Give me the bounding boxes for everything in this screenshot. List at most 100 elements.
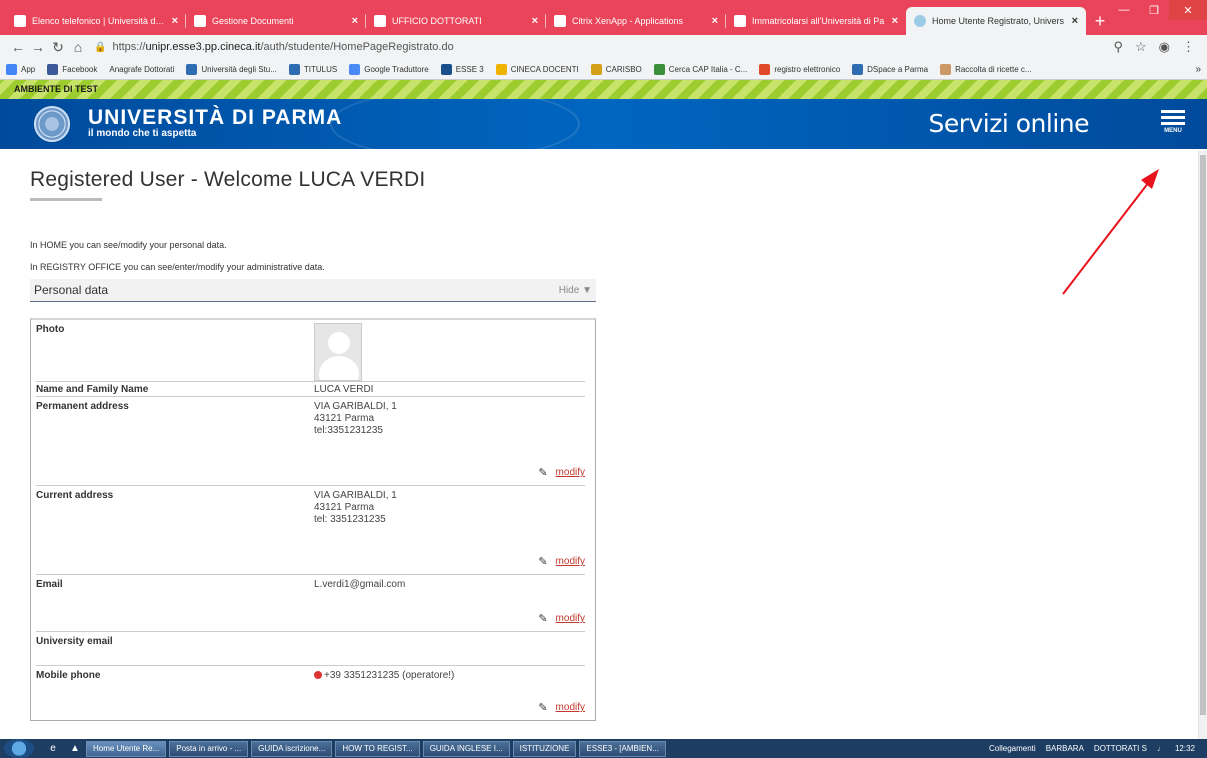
browser-tab[interactable]: Citrix XenApp - Applications × bbox=[546, 7, 726, 35]
site-favicon-icon bbox=[194, 15, 206, 27]
links-toolbar[interactable]: Collegamenti bbox=[989, 744, 1036, 753]
taskbar-item[interactable]: GUIDA INGLESE I... bbox=[422, 740, 510, 757]
edit-icon[interactable]: ✎ bbox=[538, 702, 547, 714]
bookmark-item[interactable]: Raccolta di ricette c... bbox=[940, 63, 1032, 75]
browser-tab[interactable]: Elenco telefonico | Università degl × bbox=[6, 7, 186, 35]
lock-icon[interactable]: 🔒 bbox=[94, 42, 106, 53]
more-vertical-icon[interactable]: ⋮ bbox=[1182, 39, 1195, 55]
page-scrollbar[interactable] bbox=[1198, 151, 1207, 739]
address-bar: ← → ↻ ⌂ 🔒 https://unipr.esse3.pp.cineca.… bbox=[0, 35, 1207, 59]
start-button-icon[interactable] bbox=[4, 739, 34, 758]
table-row: University email bbox=[36, 632, 585, 666]
account-icon[interactable]: ◉ bbox=[1159, 39, 1170, 55]
restore-icon[interactable]: ❐ bbox=[1139, 0, 1169, 20]
facebook-icon bbox=[47, 63, 59, 75]
browser-tab[interactable]: Gestione Documenti × bbox=[186, 7, 366, 35]
triangle-down-icon: ▼ bbox=[582, 284, 592, 296]
bookmark-item[interactable]: ESSE 3 bbox=[440, 63, 484, 75]
url-path: /auth/studente/HomePageRegistrato.do bbox=[260, 41, 454, 53]
scrollbar-thumb[interactable] bbox=[1200, 155, 1206, 715]
modify-mobile-link[interactable]: modify bbox=[556, 702, 585, 714]
bookmark-item[interactable]: CINECA DOCENTI bbox=[495, 63, 579, 75]
close-tab-icon[interactable]: × bbox=[712, 15, 718, 27]
browser-tab[interactable]: UFFICIO DOTTORATI × bbox=[366, 7, 546, 35]
star-bookmark-icon[interactable]: ☆ bbox=[1135, 39, 1147, 55]
servizi-online-title: Servizi online bbox=[928, 109, 1089, 138]
university-tagline: il mondo che ti aspetta bbox=[88, 128, 197, 139]
taskbar-item[interactable]: HOW TO REGIST... bbox=[335, 740, 420, 757]
browser-tab[interactable]: Immatricolarsi all'Università di Pa × bbox=[726, 7, 906, 35]
back-icon[interactable]: ← bbox=[8, 39, 28, 55]
modify-email-link[interactable]: modify bbox=[556, 613, 585, 625]
menu-button[interactable]: MENU bbox=[1161, 110, 1185, 134]
name-label: Name and Family Name bbox=[36, 384, 149, 395]
bookmark-item[interactable]: DSpace a Parma bbox=[852, 63, 928, 75]
menu-label: MENU bbox=[1164, 128, 1182, 134]
translate-icon bbox=[349, 63, 361, 75]
phone-warning-icon bbox=[314, 671, 322, 679]
site-favicon-icon bbox=[734, 15, 746, 27]
close-tab-icon[interactable]: × bbox=[892, 15, 898, 27]
table-row: Name and Family Name LUCA VERDI bbox=[36, 382, 585, 397]
university-logo[interactable]: UNIVERSITÀ DI PARMA il mondo che ti aspe… bbox=[88, 107, 342, 140]
modify-current-address-link[interactable]: modify bbox=[556, 556, 585, 568]
key-icon[interactable]: ⚲ bbox=[1113, 39, 1123, 55]
edit-icon[interactable]: ✎ bbox=[538, 613, 547, 625]
bookmark-item[interactable]: Facebook bbox=[47, 63, 97, 75]
forward-icon[interactable]: → bbox=[28, 39, 48, 55]
browser-tab-strip: Elenco telefonico | Università degl × Ges… bbox=[0, 0, 1207, 35]
cap-icon bbox=[653, 63, 665, 75]
permanent-address-label: Permanent address bbox=[36, 401, 129, 412]
current-address-label: Current address bbox=[36, 490, 114, 501]
taskbar-item[interactable]: ESSE3 - [AMBIEN... bbox=[579, 740, 666, 757]
close-tab-icon[interactable]: × bbox=[532, 15, 538, 27]
university-email-value bbox=[314, 632, 585, 665]
bookmark-item[interactable]: App bbox=[6, 63, 35, 75]
unipr-icon bbox=[288, 63, 300, 75]
reload-icon[interactable]: ↻ bbox=[48, 39, 68, 56]
bookmark-item[interactable]: CARISBO bbox=[590, 63, 642, 75]
edit-icon[interactable]: ✎ bbox=[538, 467, 547, 479]
bookmark-item[interactable]: registro elettronico bbox=[759, 63, 840, 75]
bookmark-item[interactable]: Anagrafe Dottorati bbox=[109, 65, 174, 74]
internet-explorer-icon[interactable]: e bbox=[42, 743, 64, 754]
bookmark-item[interactable]: Cerca CAP Italia - C... bbox=[653, 63, 747, 75]
intro-home-text: In HOME you can see/modify your personal… bbox=[30, 240, 227, 250]
user-dottorati[interactable]: DOTTORATI S bbox=[1094, 744, 1147, 753]
dspace-icon bbox=[852, 63, 864, 75]
clock[interactable]: 12:32 bbox=[1175, 744, 1195, 753]
taskbar-item[interactable]: Home Utente Re... bbox=[86, 740, 167, 757]
url-host: unipr.esse3.pp.cineca.it bbox=[145, 41, 261, 53]
taskbar-item[interactable]: GUIDA iscrizione... bbox=[251, 740, 333, 757]
university-seal-icon[interactable] bbox=[34, 106, 70, 142]
taskbar-item[interactable]: Posta in arrivo - ... bbox=[169, 740, 249, 757]
browser-tab-active[interactable]: Home Utente Registrato, Univers × bbox=[906, 7, 1086, 35]
close-tab-icon[interactable]: × bbox=[1072, 15, 1078, 27]
page-title: Registered User - Welcome LUCA VERDI bbox=[30, 168, 426, 191]
personal-data-table: Photo Name and Family Name LUCA VERDI Pe… bbox=[30, 318, 596, 721]
unipr-icon bbox=[186, 63, 198, 75]
volume-icon[interactable]: ♩ bbox=[1157, 744, 1165, 753]
bookmark-item[interactable]: Google Traduttore bbox=[349, 63, 429, 75]
url-field[interactable]: 🔒 https://unipr.esse3.pp.cineca.it/auth/… bbox=[94, 37, 1113, 57]
acrobat-icon[interactable]: ▲ bbox=[64, 743, 86, 754]
hide-toggle[interactable]: Hide ▼ bbox=[559, 285, 592, 296]
user-barbara[interactable]: BARBARA bbox=[1046, 744, 1084, 753]
mobile-phone-value: +39 3351231235 (operatore!) ✎ modify bbox=[314, 666, 585, 720]
cineca-icon bbox=[495, 63, 507, 75]
esse3-icon bbox=[440, 63, 452, 75]
permanent-address-value: VIA GARIBALDI, 1 43121 Parma tel:3351231… bbox=[314, 401, 585, 479]
bookmarks-more-icon[interactable]: » bbox=[1195, 64, 1201, 75]
minimize-icon[interactable]: — bbox=[1109, 0, 1139, 20]
home-icon[interactable]: ⌂ bbox=[68, 39, 88, 55]
modify-permanent-address-link[interactable]: modify bbox=[556, 467, 585, 479]
edit-icon[interactable]: ✎ bbox=[538, 556, 547, 568]
window-close-icon[interactable]: ✕ bbox=[1169, 0, 1207, 20]
close-tab-icon[interactable]: × bbox=[352, 15, 358, 27]
close-tab-icon[interactable]: × bbox=[172, 15, 178, 27]
bookmark-item[interactable]: Università degli Stu... bbox=[186, 63, 277, 75]
taskbar-item[interactable]: ISTITUZIONE bbox=[512, 740, 577, 757]
site-header: UNIVERSITÀ DI PARMA il mondo che ti aspe… bbox=[0, 99, 1207, 149]
bookmark-item[interactable]: TITULUS bbox=[288, 63, 337, 75]
photo-label: Photo bbox=[36, 324, 65, 335]
